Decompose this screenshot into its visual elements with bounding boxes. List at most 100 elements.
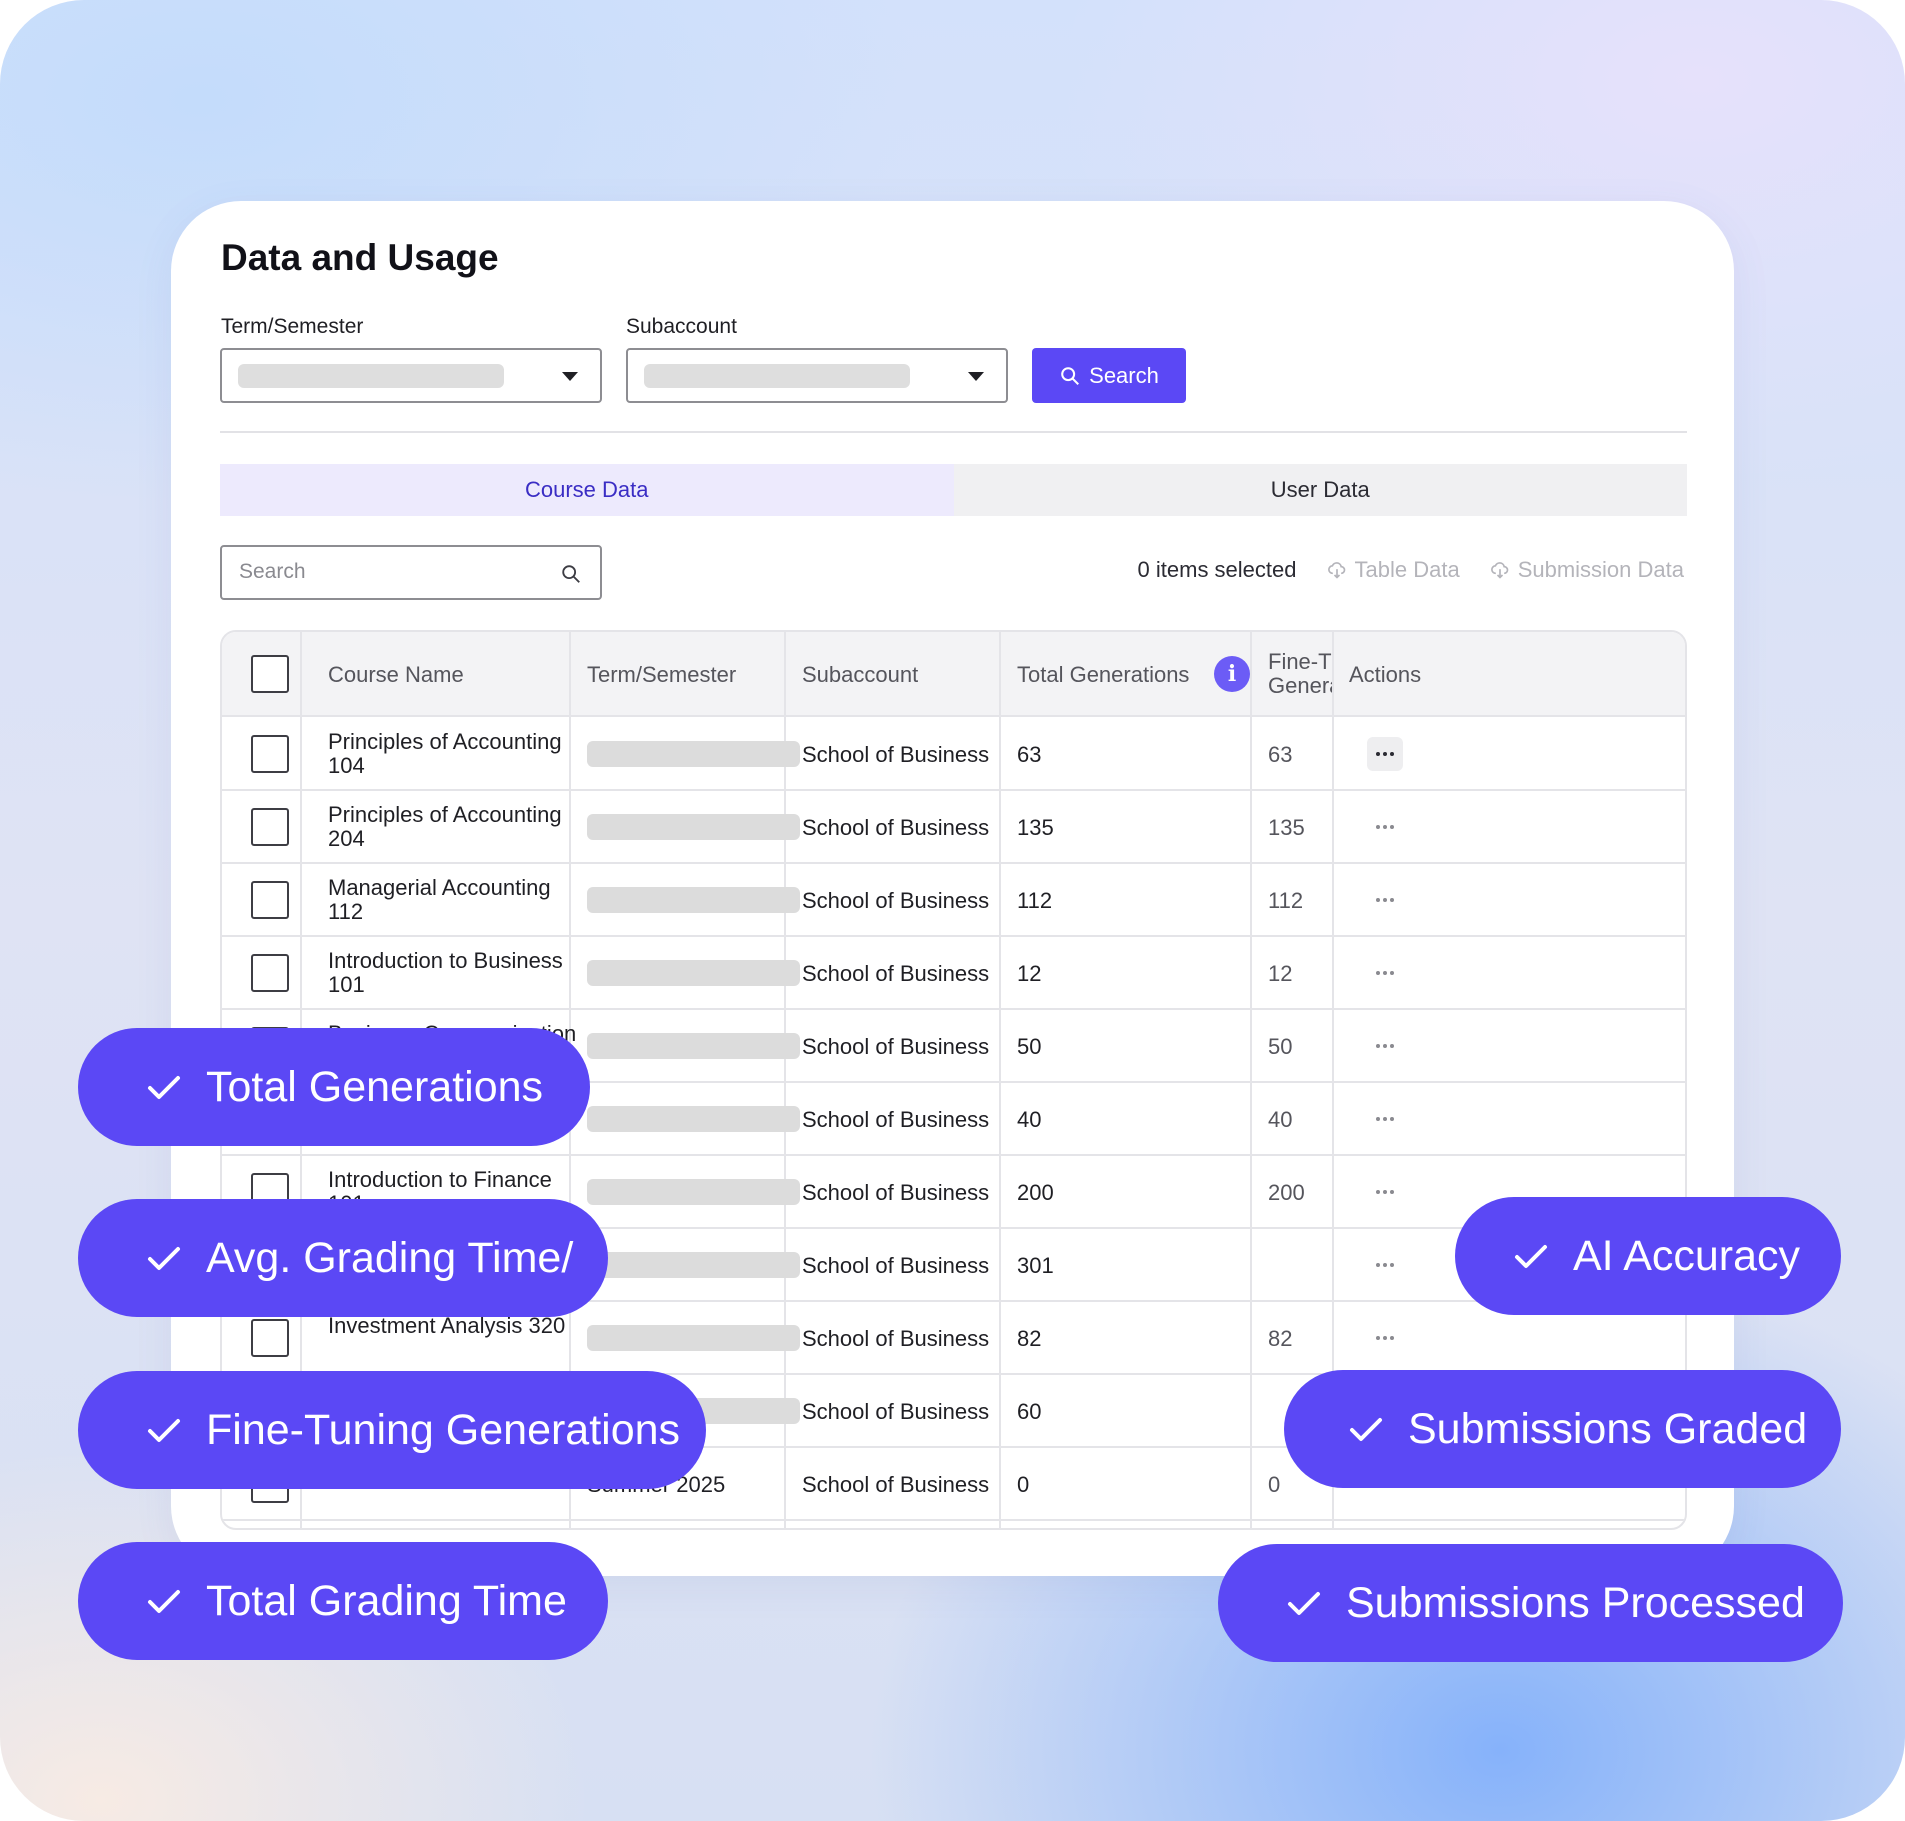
chevron-down-icon	[562, 372, 578, 381]
term-filter-label: Term/Semester	[221, 315, 364, 338]
feature-pill-label: Fine-Tuning Generations	[206, 1405, 681, 1454]
row-checkbox[interactable]	[251, 880, 289, 919]
fine-tuning-cell: 135	[1268, 814, 1305, 840]
feature-pill-ai-accuracy: AI Accuracy	[1455, 1197, 1841, 1315]
feature-pill-label: Submissions Graded	[1408, 1404, 1808, 1453]
subaccount-select[interactable]	[626, 348, 1008, 403]
row-checkbox[interactable]	[251, 1318, 289, 1357]
more-dot	[1390, 1262, 1394, 1267]
fine-tuning-cell: 200	[1268, 1179, 1305, 1205]
more-dot	[1390, 970, 1394, 975]
more-actions-button[interactable]	[1367, 1175, 1403, 1209]
column-header-term[interactable]: Term/Semester	[587, 662, 736, 688]
column-header-fine-tuning[interactable]: Fine-Tur Generat	[1268, 650, 1334, 698]
more-dot	[1390, 897, 1394, 902]
term-skeleton	[587, 959, 800, 986]
course-name-cell[interactable]: Introduction to Business 101	[328, 948, 588, 997]
search-icon	[1061, 366, 1080, 385]
term-skeleton	[587, 1324, 800, 1351]
row-checkbox[interactable]	[251, 807, 289, 846]
search-button[interactable]: Search	[1032, 348, 1186, 403]
row-divider	[222, 1519, 1685, 1521]
term-skeleton	[587, 813, 800, 840]
download-submission-data-label: Submission Data	[1517, 557, 1684, 582]
download-table-data-label: Table Data	[1354, 557, 1460, 582]
tab-user-data[interactable]: User Data	[954, 464, 1688, 516]
fine-tuning-cell: 12	[1268, 960, 1293, 986]
total-generations-cell: 50	[1017, 1033, 1042, 1059]
search-button-label: Search	[1089, 362, 1159, 388]
term-skeleton	[587, 1178, 800, 1205]
tab-course-data[interactable]: Course Data	[220, 464, 954, 516]
column-header-total-generations[interactable]: Total Generations	[1017, 662, 1189, 688]
more-actions-button[interactable]	[1367, 883, 1403, 917]
more-dot	[1383, 1335, 1387, 1340]
more-dot	[1376, 1262, 1380, 1267]
more-actions-button[interactable]	[1367, 956, 1403, 990]
info-icon[interactable]: i	[1214, 656, 1250, 692]
table-search-input[interactable]: Search	[220, 545, 602, 600]
selected-count: 0 items selected	[1137, 557, 1297, 582]
row-divider	[222, 935, 1685, 937]
term-skeleton	[587, 740, 800, 767]
feature-pill-avg-grading-time: Avg. Grading Time/	[78, 1199, 608, 1317]
subaccount-cell: School of Business	[802, 814, 990, 840]
subaccount-filter-label: Subaccount	[626, 315, 737, 338]
fine-tuning-cell: 82	[1268, 1325, 1293, 1351]
search-icon	[562, 565, 580, 583]
total-generations-cell: 112	[1017, 887, 1053, 913]
more-actions-button[interactable]	[1367, 810, 1403, 844]
total-generations-cell: 301	[1017, 1252, 1054, 1278]
column-header-course-name[interactable]: Course Name	[328, 662, 464, 688]
more-dot	[1383, 897, 1387, 902]
course-name-cell[interactable]: Investment Analysis 320	[328, 1313, 588, 1338]
term-skeleton	[587, 886, 800, 913]
column-header-subaccount[interactable]: Subaccount	[802, 662, 918, 688]
chevron-down-icon	[968, 372, 984, 381]
more-dot	[1376, 1043, 1380, 1048]
more-dot	[1383, 1043, 1387, 1048]
subaccount-cell: School of Business	[802, 1106, 990, 1132]
more-dot	[1376, 1189, 1380, 1194]
more-dot	[1390, 1043, 1394, 1048]
course-name-cell[interactable]: Principles of Accounting 104	[328, 729, 588, 778]
cloud-download-icon	[1327, 562, 1345, 579]
more-actions-button[interactable]	[1367, 736, 1403, 771]
more-actions-button[interactable]	[1367, 1248, 1403, 1282]
select-all-checkbox[interactable]	[251, 655, 289, 693]
subaccount-cell: School of Business	[802, 1398, 990, 1424]
row-checkbox[interactable]	[251, 953, 289, 992]
total-generations-cell: 135	[1017, 814, 1054, 840]
fine-tuning-cell: 0	[1268, 1471, 1281, 1497]
course-name-cell[interactable]: Managerial Accounting 112	[328, 875, 588, 924]
cloud-download-icon	[1490, 562, 1508, 579]
divider	[220, 431, 1687, 433]
total-generations-cell: 0	[1017, 1471, 1030, 1497]
feature-pill-total-generations: Total Generations	[78, 1028, 590, 1146]
more-actions-button[interactable]	[1367, 1029, 1403, 1063]
subaccount-cell: School of Business	[802, 960, 990, 986]
subaccount-cell: School of Business	[802, 1325, 990, 1351]
row-checkbox[interactable]	[251, 734, 289, 773]
feature-pill-label: Submissions Processed	[1346, 1578, 1805, 1627]
download-table-data-button[interactable]: Table Data	[1327, 557, 1460, 583]
fine-tuning-cell: 63	[1268, 741, 1293, 767]
row-divider	[222, 862, 1685, 864]
subaccount-cell: School of Business	[802, 1033, 990, 1059]
download-submission-data-button[interactable]: Submission Data	[1490, 557, 1684, 583]
page-title: Data and Usage	[221, 237, 499, 278]
fine-tuning-cell: 50	[1268, 1033, 1293, 1059]
total-generations-cell: 12	[1017, 960, 1042, 986]
term-select[interactable]	[220, 348, 602, 403]
checkmark-icon	[1288, 1592, 1320, 1615]
more-actions-button[interactable]	[1367, 1102, 1403, 1136]
subaccount-cell: School of Business	[802, 741, 990, 767]
course-name-cell[interactable]: Principles of Accounting 204	[328, 802, 588, 851]
checkmark-icon	[148, 1419, 180, 1442]
total-generations-cell: 63	[1017, 741, 1042, 767]
checkmark-icon	[1515, 1245, 1547, 1268]
feature-pill-total-grading-time: Total Grading Time	[78, 1542, 608, 1660]
more-dot	[1376, 897, 1380, 902]
row-divider	[222, 1154, 1685, 1156]
more-actions-button[interactable]	[1367, 1321, 1403, 1355]
